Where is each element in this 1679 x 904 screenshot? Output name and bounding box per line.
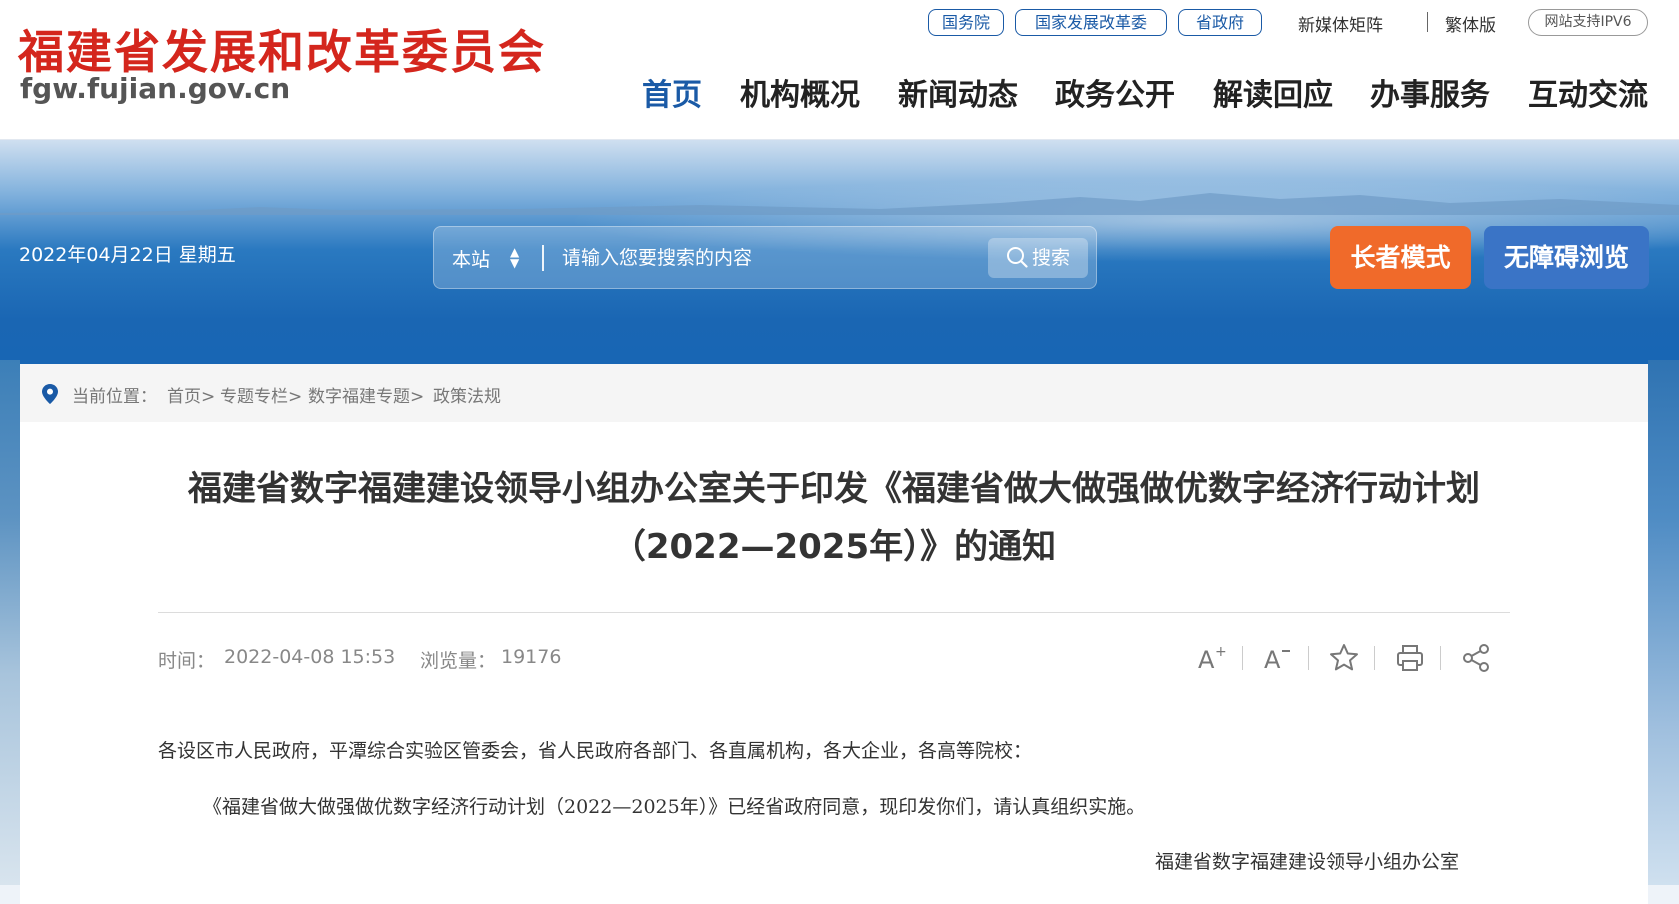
current-date: 2022年04月22日 星期五 (19, 244, 236, 266)
nav-interpretation[interactable]: 解读回应 (1213, 70, 1333, 114)
search-input[interactable] (560, 241, 1000, 275)
svg-text:+: + (1215, 644, 1227, 660)
link-state-council[interactable]: 国务院 (928, 9, 1004, 36)
breadcrumb-home[interactable]: 首页> (167, 382, 215, 407)
breadcrumb: 当前位置： 首页> 专题专栏> 数字福建专题> 政策法规 (20, 364, 1648, 422)
breadcrumb-digital-fujian[interactable]: 数字福建专题> (308, 382, 424, 407)
font-decrease-icon[interactable]: A (1260, 640, 1296, 676)
font-increase-icon[interactable]: A + (1194, 640, 1230, 676)
search-divider (542, 245, 544, 271)
view-count: 19176 (501, 646, 562, 668)
share-icon[interactable] (1458, 640, 1494, 676)
breadcrumb-label: 当前位置： (72, 387, 157, 407)
publish-time-label: 时间： (158, 650, 216, 672)
elder-mode-button[interactable]: 长者模式 (1330, 226, 1471, 289)
accessibility-button[interactable]: 无障碍浏览 (1484, 226, 1649, 289)
tool-divider (1308, 646, 1309, 670)
site-domain: fgw.fujian.gov.cn (20, 72, 291, 105)
article-title-line2: （2022—2025年）》的通知 (611, 527, 1057, 567)
search-button-label: 搜索 (1031, 247, 1070, 269)
title-divider (158, 612, 1510, 613)
article-title: 福建省数字福建建设领导小组办公室关于印发《福建省做大做强做优数字经济行动计划 （… (100, 460, 1568, 576)
link-ndrc[interactable]: 国家发展改革委 (1015, 9, 1167, 36)
search-scope-select[interactable]: 本站 (452, 245, 490, 272)
nav-interaction[interactable]: 互动交流 (1528, 70, 1648, 114)
bridge-scenery-image (1648, 360, 1679, 885)
article-paragraph-addressee: 各设区市人民政府，平潭综合实验区管委会，省人民政府各部门、各直属机构，各大企业，… (158, 740, 1033, 762)
favorite-star-icon[interactable] (1326, 640, 1362, 676)
nav-services[interactable]: 办事服务 (1370, 70, 1490, 114)
article-paragraph-body: 《福建省做大做强做优数字经济行动计划（2022—2025年）》已经省政府同意，现… (203, 796, 1146, 818)
nav-home[interactable]: 首页 (642, 70, 702, 114)
nav-about[interactable]: 机构概况 (740, 70, 860, 114)
svg-text:A: A (1264, 646, 1281, 674)
article-signature: 福建省数字福建建设领导小组办公室 (1155, 851, 1460, 873)
views-label: 浏览量： (420, 650, 497, 672)
search-box: 本站 ▲▼ 搜索 (433, 226, 1097, 289)
new-media-link[interactable]: 新媒体矩阵 (1298, 11, 1383, 36)
link-provincial-gov[interactable]: 省政府 (1178, 9, 1262, 36)
util-divider (1427, 12, 1428, 32)
site-header: 福建省发展和改革委员会 fgw.fujian.gov.cn 国务院 国家发展改革… (0, 0, 1679, 140)
nav-gov-affairs[interactable]: 政务公开 (1055, 70, 1175, 114)
search-button[interactable]: 搜索 (988, 238, 1088, 278)
updown-arrow-icon[interactable]: ▲ ▼ (510, 246, 519, 269)
breadcrumb-policy[interactable]: 政策法规 (433, 382, 501, 407)
location-pin-icon (42, 384, 58, 404)
horizon-hills-image (0, 193, 1679, 215)
article-panel: 当前位置： 首页> 专题专栏> 数字福建专题> 政策法规 福建省数字福建建设领导… (20, 364, 1648, 904)
publish-time: 2022-04-08 15:53 (224, 646, 396, 668)
breadcrumb-special-column[interactable]: 专题专栏> (220, 382, 302, 407)
traditional-chinese-link[interactable]: 繁体版 (1445, 11, 1496, 36)
tool-divider (1440, 646, 1441, 670)
nav-news[interactable]: 新闻动态 (898, 70, 1018, 114)
left-scenery-image (0, 360, 20, 885)
svg-text:A: A (1198, 646, 1215, 674)
print-icon[interactable] (1392, 640, 1428, 676)
search-icon (1006, 247, 1028, 268)
ipv6-badge: 网站支持IPV6 (1528, 9, 1648, 36)
tool-divider (1242, 646, 1243, 670)
article-title-line1: 福建省数字福建建设领导小组办公室关于印发《福建省做大做强做优数字经济行动计划 (188, 469, 1480, 509)
tool-divider (1374, 646, 1375, 670)
